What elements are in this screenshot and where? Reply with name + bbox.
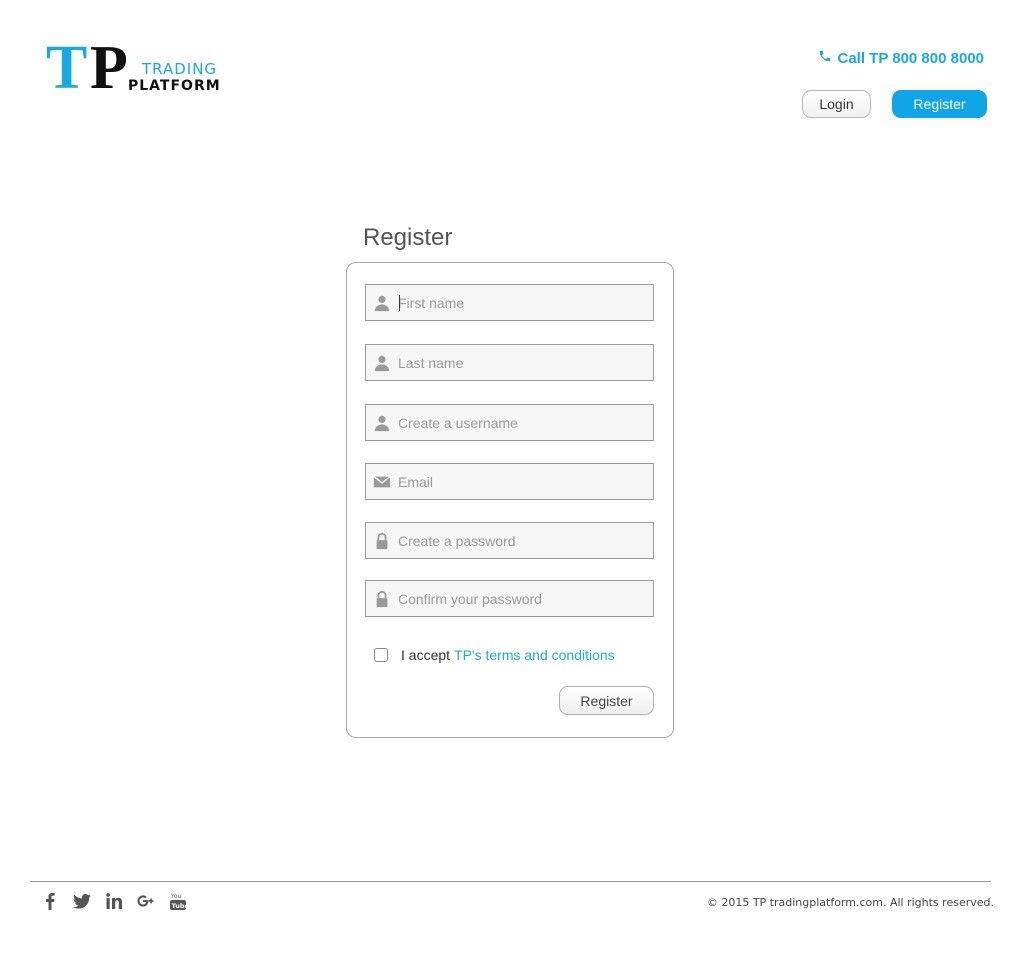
logo-trading-text: TRADING bbox=[142, 60, 218, 78]
terms-link[interactable]: TP's terms and conditions bbox=[454, 647, 615, 663]
envelope-icon bbox=[366, 464, 398, 499]
logo-letter-p: P bbox=[90, 34, 128, 102]
last-name-input[interactable] bbox=[398, 345, 653, 380]
logo-platform-text: PLATFORM bbox=[128, 78, 221, 94]
header-register-button[interactable]: Register bbox=[892, 90, 987, 118]
password-field[interactable] bbox=[365, 522, 654, 559]
call-text: Call TP 800 800 8000 bbox=[837, 49, 985, 67]
facebook-icon[interactable] bbox=[34, 889, 66, 913]
logo-letter-t: T bbox=[46, 34, 88, 102]
call-link[interactable]: Call TP 800 800 8000 bbox=[818, 48, 985, 68]
last-name-field[interactable] bbox=[365, 344, 654, 381]
lock-icon bbox=[366, 523, 398, 558]
username-field[interactable] bbox=[365, 404, 654, 441]
confirm-password-input[interactable] bbox=[398, 581, 653, 616]
social-links: You Tube bbox=[34, 889, 194, 913]
footer-divider bbox=[30, 881, 991, 882]
svg-text:You: You bbox=[170, 893, 182, 900]
password-input[interactable] bbox=[398, 523, 653, 558]
text-caret bbox=[399, 295, 400, 311]
phone-icon bbox=[818, 49, 832, 67]
email-field[interactable] bbox=[365, 463, 654, 500]
user-icon bbox=[366, 285, 398, 320]
form-title: Register bbox=[363, 224, 453, 251]
logo[interactable]: T P TRADING PLATFORM bbox=[46, 34, 226, 102]
terms-row: I accept TP's terms and conditions bbox=[374, 647, 615, 663]
email-input[interactable] bbox=[398, 464, 653, 499]
register-form: I accept TP's terms and conditions Regis… bbox=[346, 262, 674, 738]
confirm-password-field[interactable] bbox=[365, 580, 654, 617]
youtube-icon[interactable]: You Tube bbox=[162, 889, 194, 913]
user-icon bbox=[366, 345, 398, 380]
linkedin-icon[interactable] bbox=[98, 889, 130, 913]
login-button[interactable]: Login bbox=[802, 90, 871, 118]
user-icon bbox=[366, 405, 398, 440]
lock-icon bbox=[366, 581, 398, 616]
register-submit-button[interactable]: Register bbox=[559, 686, 654, 715]
first-name-input[interactable] bbox=[398, 285, 653, 320]
copyright-text: © 2015 TP tradingplatform.com. All right… bbox=[706, 896, 994, 909]
username-input[interactable] bbox=[398, 405, 653, 440]
terms-checkbox[interactable] bbox=[374, 648, 388, 662]
first-name-field[interactable] bbox=[365, 284, 654, 321]
google-plus-icon[interactable] bbox=[130, 889, 162, 913]
svg-text:Tube: Tube bbox=[172, 902, 187, 910]
twitter-icon[interactable] bbox=[66, 889, 98, 913]
accept-label: I accept bbox=[401, 647, 451, 663]
